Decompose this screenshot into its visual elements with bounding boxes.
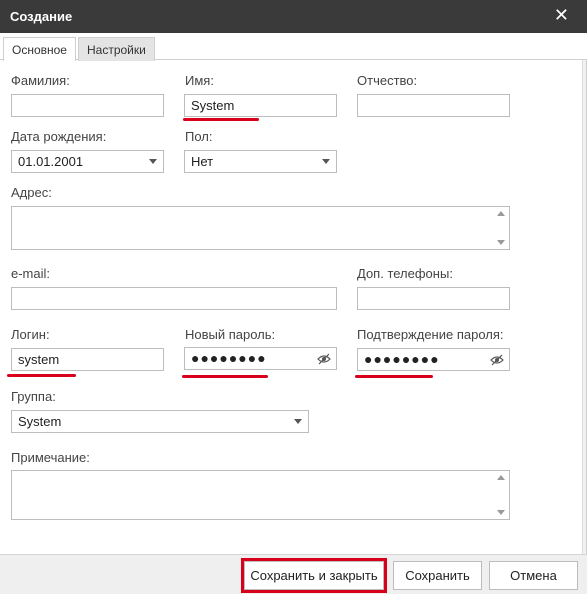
birth-date-label: Дата рождения:	[11, 129, 107, 144]
save-button[interactable]: Сохранить	[393, 561, 482, 590]
login-label: Логин:	[11, 327, 50, 342]
new-password-input[interactable]: ●●●●●●●●	[184, 347, 337, 370]
email-input[interactable]	[11, 287, 337, 310]
confirm-password-highlight	[355, 375, 433, 378]
chevron-down-icon[interactable]	[149, 159, 157, 164]
scroll-down-icon[interactable]	[497, 510, 505, 515]
gender-select[interactable]: Нет	[184, 150, 337, 173]
gender-label: Пол:	[185, 129, 213, 144]
email-label: e-mail:	[11, 266, 51, 281]
middle-name-input[interactable]	[357, 94, 510, 117]
eye-icon[interactable]	[317, 353, 331, 365]
last-name-input[interactable]	[11, 94, 164, 117]
confirm-password-label: Подтверждение пароля:	[357, 327, 504, 342]
note-textarea[interactable]	[11, 470, 510, 520]
eye-icon[interactable]	[490, 354, 504, 366]
scroll-down-icon[interactable]	[497, 240, 505, 245]
note-scrollbar[interactable]	[494, 472, 508, 518]
new-password-label: Новый пароль:	[185, 327, 276, 342]
gender-value: Нет	[191, 154, 214, 169]
dialog-title: Создание	[10, 9, 73, 24]
scroll-up-icon[interactable]	[497, 211, 505, 216]
group-label: Группа:	[11, 389, 56, 404]
address-scrollbar[interactable]	[494, 208, 508, 248]
form-scrollbar[interactable]	[582, 60, 586, 554]
save-and-close-button[interactable]: Сохранить и закрыть	[241, 558, 387, 593]
tab-settings[interactable]: Настройки	[78, 37, 155, 61]
first-name-label: Имя:	[185, 73, 214, 88]
login-input[interactable]: system	[11, 348, 164, 371]
new-password-value: ●●●●●●●●	[191, 350, 267, 366]
address-textarea[interactable]	[11, 206, 510, 250]
tab-bar: Основное Настройки	[0, 33, 587, 61]
group-value: System	[18, 414, 62, 429]
first-name-input[interactable]: System	[184, 94, 337, 117]
chevron-down-icon[interactable]	[294, 419, 302, 424]
create-dialog: Создание ✕ Основное Настройки Фамилия: И…	[0, 0, 587, 594]
note-label: Примечание:	[11, 450, 90, 465]
new-password-highlight	[182, 375, 268, 378]
first-name-highlight	[183, 118, 259, 121]
birth-date-select[interactable]: 01.01.2001	[11, 150, 164, 173]
chevron-down-icon[interactable]	[322, 159, 330, 164]
scroll-up-icon[interactable]	[497, 475, 505, 480]
extra-phones-label: Доп. телефоны:	[357, 266, 453, 281]
birth-date-value: 01.01.2001	[18, 154, 84, 169]
confirm-password-value: ●●●●●●●●	[364, 351, 440, 367]
address-label: Адрес:	[11, 185, 52, 200]
middle-name-label: Отчество:	[357, 73, 418, 88]
confirm-password-input[interactable]: ●●●●●●●●	[357, 348, 510, 371]
tab-main[interactable]: Основное	[3, 37, 76, 61]
last-name-label: Фамилия:	[11, 73, 70, 88]
dialog-footer: Сохранить и закрыть Сохранить Отмена	[0, 554, 587, 594]
cancel-button[interactable]: Отмена	[489, 561, 578, 590]
group-select[interactable]: System	[11, 410, 309, 433]
extra-phones-input[interactable]	[357, 287, 510, 310]
dialog-titlebar: Создание ✕	[0, 0, 587, 33]
login-highlight	[7, 374, 76, 377]
close-icon[interactable]: ✕	[554, 6, 569, 24]
